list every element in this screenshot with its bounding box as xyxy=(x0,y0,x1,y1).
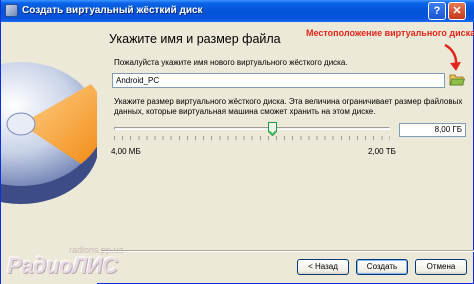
slider-ticks xyxy=(114,136,390,140)
location-annotation: Местоположение виртуального диска xyxy=(306,28,474,38)
cancel-button[interactable]: Отмена xyxy=(415,259,467,275)
button-separator xyxy=(101,250,474,252)
folder-open-icon[interactable] xyxy=(449,72,465,87)
title-bar[interactable]: Создать виртуальный жёсткий диск ? ✕ xyxy=(1,0,474,22)
name-prompt: Пожалуйста укажите имя нового виртуально… xyxy=(114,58,348,67)
window-title: Создать виртуальный жёсткий диск xyxy=(22,5,203,16)
page-heading: Укажите имя и размер файла xyxy=(109,32,281,46)
create-button[interactable]: Создать xyxy=(356,259,408,275)
size-prompt-line2: данных, которые виртуальная машина сможе… xyxy=(114,107,376,116)
slider-thumb[interactable] xyxy=(267,122,277,136)
disk-name-input[interactable]: Android_PC xyxy=(112,73,445,88)
help-button[interactable]: ? xyxy=(428,2,446,20)
disk-size-input[interactable]: 8,00 ГБ xyxy=(399,123,466,137)
close-button[interactable]: ✕ xyxy=(448,2,466,20)
watermark-logo: РадиоЛИС xyxy=(7,253,118,278)
red-arrow-icon xyxy=(444,43,461,71)
hard-disk-graphic xyxy=(1,62,97,204)
max-size-label: 2,00 ТБ xyxy=(368,147,396,156)
disk-size-slider[interactable] xyxy=(111,122,393,144)
create-disk-dialog: Создать виртуальный жёсткий диск ? ✕ Ука… xyxy=(0,0,474,284)
disk-icon xyxy=(5,4,18,17)
slider-track xyxy=(114,127,390,130)
min-size-label: 4,00 МБ xyxy=(111,147,141,156)
size-prompt-line1: Укажите размер виртуального жёсткого дис… xyxy=(114,97,463,106)
back-button[interactable]: < Назад xyxy=(297,259,349,275)
